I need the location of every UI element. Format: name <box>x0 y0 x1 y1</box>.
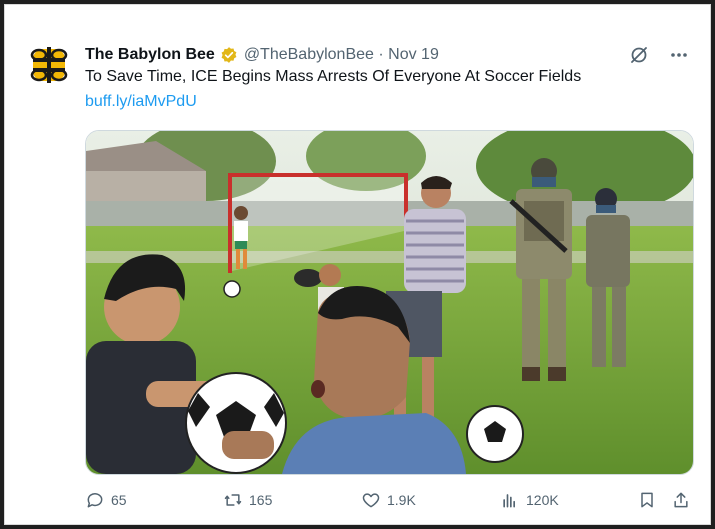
bee-logo-icon <box>30 47 68 83</box>
tweet-image[interactable] <box>85 130 694 475</box>
tweet-card[interactable]: The Babylon Bee @TheBabylonBee · Nov 19 … <box>4 4 711 525</box>
share-button[interactable] <box>671 490 697 510</box>
repost-icon <box>224 494 242 506</box>
like-count: 1.9K <box>387 492 416 508</box>
repost-count: 165 <box>249 492 273 508</box>
views-button[interactable]: 120K <box>500 490 559 510</box>
tweet-link[interactable]: buff.ly/iaMvPdU <box>85 93 197 111</box>
reply-icon <box>87 493 103 508</box>
author-avatar[interactable] <box>27 43 71 87</box>
bookmark-icon <box>641 492 653 508</box>
share-icon <box>674 492 688 508</box>
like-button[interactable]: 1.9K <box>361 490 416 510</box>
action-bar: 65 165 1.9K 120K <box>85 487 695 513</box>
more-icon[interactable] <box>668 44 690 66</box>
views-count: 120K <box>526 492 559 508</box>
heart-icon <box>362 493 380 508</box>
author-handle[interactable]: @TheBabylonBee <box>244 46 374 64</box>
tweet-header: The Babylon Bee @TheBabylonBee · Nov 19 <box>85 43 690 67</box>
verified-badge-icon <box>221 47 237 63</box>
author-name[interactable]: The Babylon Bee <box>85 46 215 64</box>
tweet-date[interactable]: Nov 19 <box>388 46 439 64</box>
grok-icon[interactable] <box>628 44 650 66</box>
separator-dot: · <box>373 46 389 63</box>
tweet-text: To Save Time, ICE Begins Mass Arrests Of… <box>85 68 582 85</box>
reply-button[interactable]: 65 <box>85 490 127 510</box>
bookmark-button[interactable] <box>637 490 663 510</box>
reply-count: 65 <box>111 492 127 508</box>
repost-button[interactable]: 165 <box>223 490 272 510</box>
analytics-icon <box>503 494 515 508</box>
